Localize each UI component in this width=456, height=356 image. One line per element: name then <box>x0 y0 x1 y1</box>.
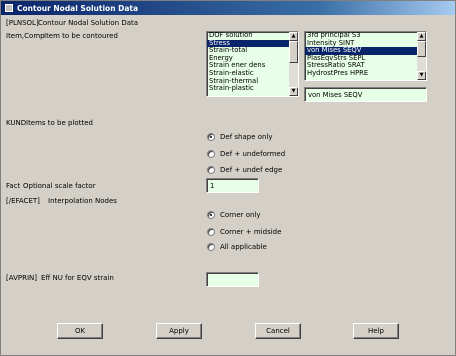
item-comp-description: Item to be contoured <box>44 32 118 40</box>
scroll-thumb[interactable] <box>289 41 298 63</box>
title-bar[interactable]: Contour Nodal Solution Data <box>1 1 455 15</box>
radio-button[interactable] <box>207 228 215 236</box>
scroll-down-icon[interactable]: ▼ <box>289 87 298 96</box>
component-list: 3rd principal S3 Intensity SINT von Mises … <box>305 32 426 78</box>
radio-label: Corner + midside <box>220 228 282 236</box>
help-button[interactable]: Help <box>353 323 399 339</box>
component-scrollbar[interactable]: ▲ ▼ <box>417 32 426 80</box>
efacet-description: Interpolation Nodes <box>48 197 117 205</box>
window-title: Contour Nodal Solution Data <box>17 3 139 13</box>
fact-label: Fact <box>6 182 21 190</box>
scroll-thumb[interactable] <box>417 41 426 57</box>
scroll-down-icon[interactable]: ▼ <box>417 71 426 80</box>
item-listbox[interactable]: DOF solution Stress Strain-total Energy Stra… <box>206 31 299 97</box>
list-item[interactable]: Strain-plastic <box>207 85 298 93</box>
radio-button[interactable] <box>207 133 215 141</box>
ok-button[interactable]: OK <box>57 323 103 339</box>
radio-label: All applicable <box>220 243 267 251</box>
avprin-input[interactable] <box>206 272 259 287</box>
component-listbox[interactable]: 3rd principal S3 Intensity SINT von Mises … <box>304 31 427 81</box>
apply-button[interactable]: Apply <box>156 323 202 339</box>
item-list: DOF solution Stress Strain-total Energy Stra… <box>207 32 298 93</box>
command-description: Contour Nodal Solution Data <box>38 19 139 27</box>
avprin-description: Eff NU for EQV strain <box>41 274 114 282</box>
radio-button[interactable] <box>207 243 215 251</box>
fact-input[interactable]: 1 <box>206 178 259 193</box>
component-selection-field[interactable]: von Mises SEQV <box>304 87 427 102</box>
kund-label: KUND <box>6 119 27 127</box>
radio-label: Corner only <box>220 211 261 219</box>
radio-button[interactable] <box>207 166 215 174</box>
app-icon <box>5 4 13 12</box>
kund-description: Items to be plotted <box>26 119 93 127</box>
radio-label: Def + undef edge <box>220 166 283 174</box>
kund-option[interactable]: Def shape only <box>207 133 273 141</box>
kund-option[interactable]: Def + undeformed <box>207 150 285 158</box>
kund-option[interactable]: Def + undef edge <box>207 166 282 174</box>
avprin-label: [AVPRIN] <box>6 274 37 282</box>
radio-button[interactable] <box>207 150 215 158</box>
dialog-window: Contour Nodal Solution Data [PLNSOL] Con… <box>0 0 456 356</box>
fact-description: Optional scale factor <box>23 182 96 190</box>
efacet-label: [/EFACET] <box>6 197 40 205</box>
item-comp-label: Item,Comp <box>6 32 45 40</box>
command-label: [PLNSOL] <box>6 19 39 27</box>
scroll-up-icon[interactable]: ▲ <box>417 32 426 41</box>
radio-label: Def + undeformed <box>220 150 286 158</box>
radio-label: Def shape only <box>220 133 273 141</box>
item-scrollbar[interactable]: ▲ ▼ <box>289 32 298 96</box>
efacet-option[interactable]: All applicable <box>207 243 267 251</box>
radio-button[interactable] <box>207 211 215 219</box>
cancel-button[interactable]: Cancel <box>255 323 301 339</box>
scroll-up-icon[interactable]: ▲ <box>289 32 298 41</box>
list-item[interactable]: HydrostPres HPRE <box>305 69 426 78</box>
efacet-option[interactable]: Corner only <box>207 211 261 219</box>
efacet-option[interactable]: Corner + midside <box>207 228 281 236</box>
